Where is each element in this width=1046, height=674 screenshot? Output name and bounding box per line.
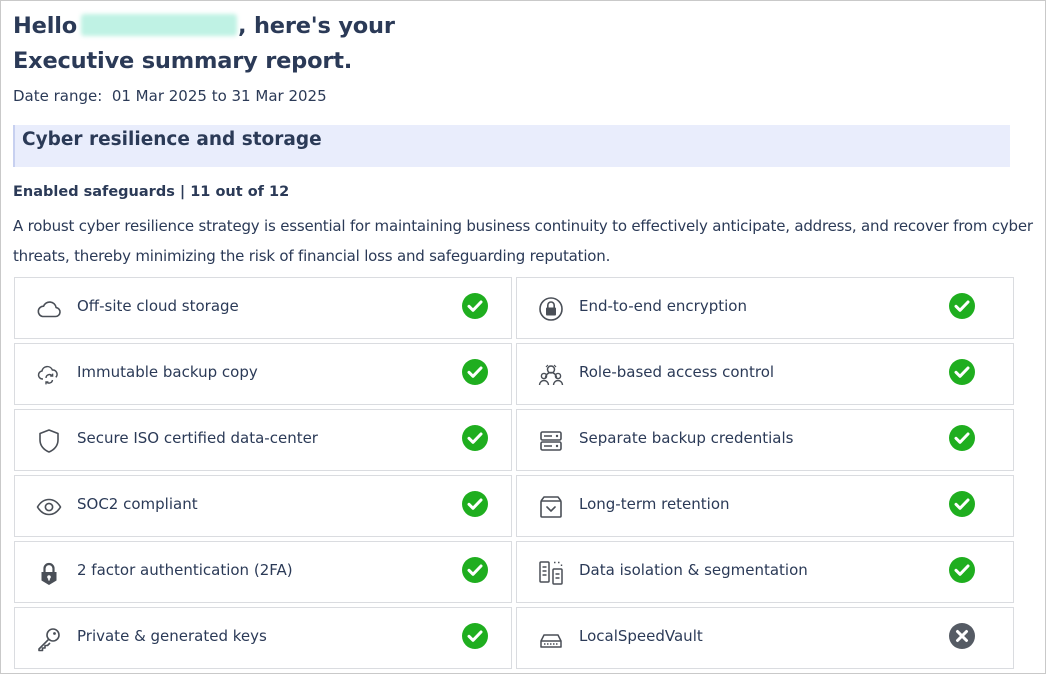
safeguard-label: Private & generated keys xyxy=(77,627,267,645)
archive-icon xyxy=(537,493,565,521)
safeguard-card: 2 factor authentication (2FA) xyxy=(14,541,512,603)
safeguards-description: A robust cyber resilience strategy is es… xyxy=(13,217,1033,265)
check-circle-icon xyxy=(948,490,976,518)
report-title: Executive summary report. xyxy=(13,48,353,74)
check-circle-icon xyxy=(461,622,489,650)
server-icon xyxy=(537,427,565,455)
safeguard-card: Long-term retention xyxy=(516,475,1014,537)
safeguard-label: Off-site cloud storage xyxy=(77,297,239,315)
redacted-customer-name xyxy=(80,14,237,36)
check-circle-icon xyxy=(948,424,976,452)
segmentation-icon xyxy=(537,559,565,587)
safeguard-card: LocalSpeedVault xyxy=(516,607,1014,669)
safeguard-label: 2 factor authentication (2FA) xyxy=(77,561,293,579)
safeguard-card: Role-based access control xyxy=(516,343,1014,405)
greeting-rest: , here's your xyxy=(237,13,395,39)
greeting: Hello , here's your Executive summary rep… xyxy=(13,9,395,79)
users-icon xyxy=(537,361,565,389)
check-circle-icon xyxy=(461,490,489,518)
section-header: Cyber resilience and storage xyxy=(13,125,1010,167)
drive-icon xyxy=(537,625,565,653)
safeguard-card: Data isolation & segmentation xyxy=(516,541,1014,603)
safeguard-card: Immutable backup copy xyxy=(14,343,512,405)
check-circle-icon xyxy=(461,358,489,386)
safeguards-heading: Enabled safeguards | 11 out of 12 xyxy=(13,184,290,200)
check-circle-icon xyxy=(461,292,489,320)
safeguard-label: Separate backup credentials xyxy=(579,429,794,447)
eye-icon xyxy=(35,493,63,521)
safeguard-card: SOC2 compliant xyxy=(14,475,512,537)
key-icon xyxy=(35,625,63,653)
safeguard-label: End-to-end encryption xyxy=(579,297,747,315)
safeguards-grid: Off-site cloud storage End-to-end encrypt… xyxy=(14,277,1014,669)
safeguard-label: LocalSpeedVault xyxy=(579,627,703,645)
safeguard-label: Immutable backup copy xyxy=(77,363,258,381)
safeguard-label: SOC2 compliant xyxy=(77,495,198,513)
safeguard-label: Secure ISO certified data-center xyxy=(77,429,318,447)
cloud-icon xyxy=(35,295,63,323)
safeguard-card: Private & generated keys xyxy=(14,607,512,669)
cloud-refresh-icon xyxy=(35,361,63,389)
safeguard-card: Secure ISO certified data-center xyxy=(14,409,512,471)
safeguard-label: Role-based access control xyxy=(579,363,775,381)
check-circle-icon xyxy=(948,358,976,386)
safeguard-card: Separate backup credentials xyxy=(516,409,1014,471)
safeguard-card: End-to-end encryption xyxy=(516,277,1014,339)
padlock-icon xyxy=(35,559,63,587)
check-circle-icon xyxy=(948,556,976,584)
report-frame: Hello , here's your Executive summary rep… xyxy=(0,0,1046,674)
check-circle-icon xyxy=(461,556,489,584)
safeguard-card: Off-site cloud storage xyxy=(14,277,512,339)
date-range: Date range: 01 Mar 2025 to 31 Mar 2025 xyxy=(13,87,327,105)
check-circle-icon xyxy=(461,424,489,452)
greeting-hello: Hello xyxy=(13,13,77,39)
check-circle-icon xyxy=(948,292,976,320)
lock-circle-icon xyxy=(537,295,565,323)
x-circle-icon xyxy=(948,622,976,650)
safeguard-label: Long-term retention xyxy=(579,495,730,513)
greeting-line-1: Hello , here's your xyxy=(13,9,395,44)
safeguard-label: Data isolation & segmentation xyxy=(579,561,808,579)
section-title: Cyber resilience and storage xyxy=(22,129,322,150)
shield-icon xyxy=(35,427,63,455)
